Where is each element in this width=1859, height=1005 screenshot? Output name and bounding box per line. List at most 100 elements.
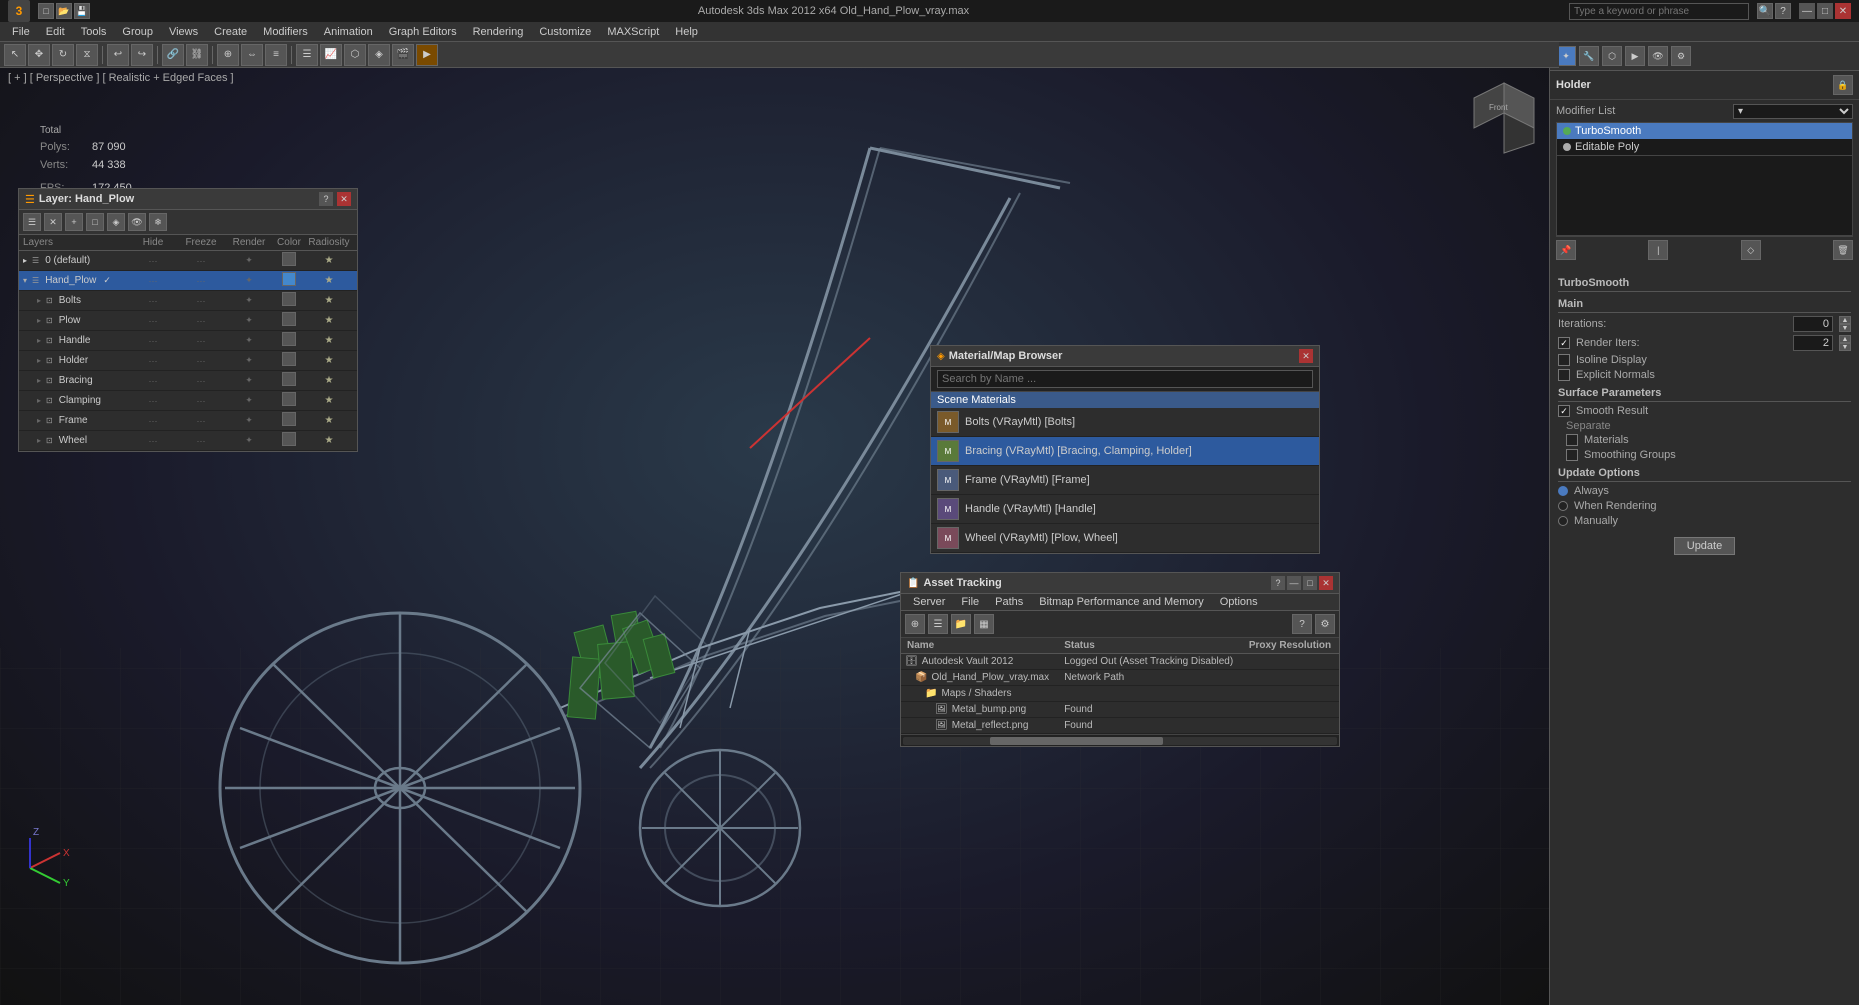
scroll-thumb[interactable] [990, 737, 1164, 745]
asset-scrollbar[interactable] [901, 734, 1339, 746]
pin-stack-btn[interactable]: 📌 [1556, 240, 1576, 260]
iter-down-btn[interactable]: ▼ [1839, 324, 1851, 332]
mat-item[interactable]: M Bracing (VRayMtl) [Bracing, Clamping, … [931, 437, 1319, 466]
asset-menu-file[interactable]: File [953, 594, 987, 610]
new-btn[interactable]: □ [38, 3, 54, 19]
mat-item[interactable]: M Frame (VRayMtl) [Frame] [931, 466, 1319, 495]
menu-views[interactable]: Views [161, 24, 206, 40]
menu-group[interactable]: Group [114, 24, 161, 40]
menu-graph-editors[interactable]: Graph Editors [381, 24, 465, 40]
mat-scene-label[interactable]: Scene Materials [931, 392, 1319, 408]
layer-row[interactable]: ▸ ⊡ Bolts ··· ··· ✦ ★ [19, 291, 357, 311]
asset-row[interactable]: 🗄Autodesk Vault 2012 Logged Out (Asset T… [901, 654, 1339, 670]
update-btn[interactable]: Update [1674, 537, 1735, 555]
modifier-editable-poly[interactable]: Editable Poly [1557, 139, 1852, 155]
mirror-btn[interactable]: ⇔ [241, 44, 263, 66]
save-btn[interactable]: 💾 [74, 3, 90, 19]
asset-settings-btn[interactable]: ⚙ [1315, 614, 1335, 634]
open-btn[interactable]: 📂 [56, 3, 72, 19]
layer-highlight-btn[interactable]: ◈ [107, 213, 125, 231]
rotate-btn[interactable]: ↻ [52, 44, 74, 66]
layer-delete-btn[interactable]: ✕ [44, 213, 62, 231]
mat-title-bar[interactable]: ◈ Material/Map Browser ✕ [931, 346, 1319, 367]
render-btn[interactable]: ▶ [416, 44, 438, 66]
mat-close-btn[interactable]: ✕ [1299, 349, 1313, 363]
layer-select-objects-btn[interactable]: □ [86, 213, 104, 231]
asset-row[interactable]: 🖼Metal_bump.png Found [901, 702, 1339, 718]
menu-file[interactable]: File [4, 24, 38, 40]
smoothing-groups-check[interactable] [1566, 449, 1578, 461]
menu-animation[interactable]: Animation [316, 24, 381, 40]
render-iters-check[interactable] [1558, 337, 1570, 349]
menu-customize[interactable]: Customize [531, 24, 599, 40]
make-unique-btn[interactable]: ◇ [1741, 240, 1761, 260]
layer-display-btn[interactable]: 👁 [128, 213, 146, 231]
asset-menu-options[interactable]: Options [1212, 594, 1266, 610]
hierarchy-tab[interactable]: ⬡ [1602, 46, 1622, 66]
scroll-track[interactable] [903, 737, 1337, 745]
motion-tab[interactable]: ▶ [1625, 46, 1645, 66]
layers-help-btn[interactable]: ? [319, 192, 333, 206]
menu-maxscript[interactable]: MAXScript [599, 24, 667, 40]
asset-add-btn[interactable]: ⊕ [905, 614, 925, 634]
riters-down-btn[interactable]: ▼ [1839, 343, 1851, 351]
asset-row[interactable]: 🖼Metal_reflect.png Found [901, 718, 1339, 734]
search-input[interactable] [1569, 3, 1749, 20]
layers-close-btn[interactable]: ✕ [337, 192, 351, 206]
when-rendering-radio[interactable] [1558, 501, 1568, 511]
menu-help[interactable]: Help [667, 24, 706, 40]
menu-edit[interactable]: Edit [38, 24, 73, 40]
nav-cube[interactable]: Front [1469, 78, 1539, 148]
asset-help-btn[interactable]: ? [1292, 614, 1312, 634]
layer-row[interactable]: ▾ ☰ Hand_Plow ✓ ··· ··· ✦ ★ [19, 271, 357, 291]
asset-row[interactable]: 📁Maps / Shaders [901, 686, 1339, 702]
layer-row[interactable]: ▸ ⊡ Clamping ··· ··· ✦ ★ [19, 391, 357, 411]
render-iters-input[interactable] [1793, 335, 1833, 351]
utilities-tab[interactable]: ⚙ [1671, 46, 1691, 66]
render-setup-btn[interactable]: 🎬 [392, 44, 414, 66]
maximize-btn[interactable]: □ [1817, 3, 1833, 19]
layer-add-btn[interactable]: ☰ [23, 213, 41, 231]
track-view-btn[interactable]: 📈 [320, 44, 342, 66]
menu-rendering[interactable]: Rendering [465, 24, 532, 40]
minimize-btn[interactable]: — [1799, 3, 1815, 19]
iterations-input[interactable] [1793, 316, 1833, 332]
layer-row[interactable]: ▸ ⊡ Handle ··· ··· ✦ ★ [19, 331, 357, 351]
menu-modifiers[interactable]: Modifiers [255, 24, 316, 40]
snap-btn[interactable]: ⊕ [217, 44, 239, 66]
layer-row[interactable]: ▸ ⊡ Frame ··· ··· ✦ ★ [19, 411, 357, 431]
asset-row[interactable]: 📦Old_Hand_Plow_vray.max Network Path [901, 670, 1339, 686]
riters-up-btn[interactable]: ▲ [1839, 335, 1851, 343]
asset-menu-paths[interactable]: Paths [987, 594, 1031, 610]
unlink-btn[interactable]: ⛓ [186, 44, 208, 66]
isoline-check[interactable] [1558, 354, 1570, 366]
layers-title-bar[interactable]: ☰ Layer: Hand_Plow ? ✕ [19, 189, 357, 210]
menu-create[interactable]: Create [206, 24, 255, 40]
select-btn[interactable]: ↖ [4, 44, 26, 66]
modifier-turbosmooth[interactable]: TurboSmooth [1557, 123, 1852, 139]
undo-btn[interactable]: ↩ [107, 44, 129, 66]
always-radio[interactable] [1558, 486, 1568, 496]
asset-list-btn[interactable]: ☰ [928, 614, 948, 634]
mat-item[interactable]: M Wheel (VRayMtl) [Plow, Wheel] [931, 524, 1319, 553]
schematic-btn[interactable]: ⬡ [344, 44, 366, 66]
asset-minimize-btn[interactable]: — [1287, 576, 1301, 590]
mat-search-input[interactable] [937, 370, 1313, 388]
show-end-result-btn[interactable]: | [1648, 240, 1668, 260]
layer-row[interactable]: ▸ ⊡ Plow ··· ··· ✦ ★ [19, 311, 357, 331]
create-tab[interactable]: ✦ [1556, 46, 1576, 66]
modifier-dropdown[interactable]: ▾ [1733, 104, 1853, 119]
manually-radio[interactable] [1558, 516, 1568, 526]
layer-row[interactable]: ▸ ☰ 0 (default) ··· ··· ✦ ★ [19, 251, 357, 271]
iter-up-btn[interactable]: ▲ [1839, 316, 1851, 324]
link-btn[interactable]: 🔗 [162, 44, 184, 66]
layer-mgr-btn[interactable]: ☰ [296, 44, 318, 66]
material-editor-btn[interactable]: ◈ [368, 44, 390, 66]
layer-freeze-all-btn[interactable]: ❄ [149, 213, 167, 231]
layer-row[interactable]: ▸ ⊡ Holder ··· ··· ✦ ★ [19, 351, 357, 371]
scale-btn[interactable]: ⧖ [76, 44, 98, 66]
menu-tools[interactable]: Tools [73, 24, 115, 40]
align-btn[interactable]: ≡ [265, 44, 287, 66]
explicit-normals-check[interactable] [1558, 369, 1570, 381]
asset-grid-btn[interactable]: ▦ [974, 614, 994, 634]
